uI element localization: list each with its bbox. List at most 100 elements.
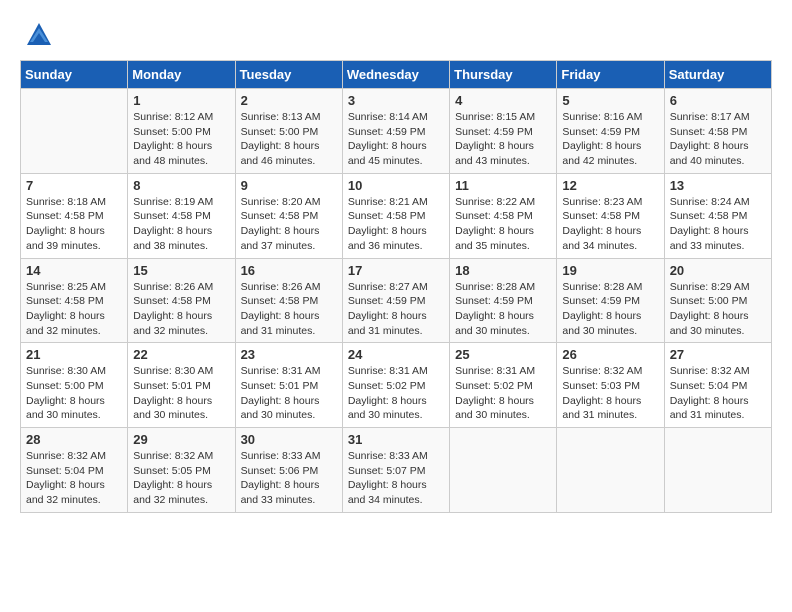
day-number: 22: [133, 347, 229, 362]
day-info: Sunrise: 8:21 AM Sunset: 4:58 PM Dayligh…: [348, 195, 444, 254]
calendar-cell: 30 Sunrise: 8:33 AM Sunset: 5:06 PM Dayli…: [235, 428, 342, 513]
logo: [20, 20, 56, 50]
calendar-cell: 9 Sunrise: 8:20 AM Sunset: 4:58 PM Daylig…: [235, 173, 342, 258]
calendar-week-row: 21Sunrise: 8:30 AM Sunset: 5:00 PM Dayli…: [21, 343, 772, 428]
day-info: Sunrise: 8:28 AM Sunset: 4:59 PM Dayligh…: [562, 280, 658, 339]
calendar-cell: 1 Sunrise: 8:12 AM Sunset: 5:00 PM Daylig…: [128, 89, 235, 174]
day-number: 9: [241, 178, 337, 193]
day-number: 10: [348, 178, 444, 193]
day-info: Sunrise: 8:33 AM Sunset: 5:06 PM Dayligh…: [241, 449, 337, 508]
day-info: Sunrise: 8:31 AM Sunset: 5:01 PM Dayligh…: [241, 364, 337, 423]
calendar-cell: 16Sunrise: 8:26 AM Sunset: 4:58 PM Dayli…: [235, 258, 342, 343]
day-info: Sunrise: 8:12 AM Sunset: 5:00 PM Dayligh…: [133, 110, 229, 169]
day-info: Sunrise: 8:30 AM Sunset: 5:01 PM Dayligh…: [133, 364, 229, 423]
logo-line1: [20, 20, 56, 50]
day-number: 28: [26, 432, 122, 447]
day-info: Sunrise: 8:19 AM Sunset: 4:58 PM Dayligh…: [133, 195, 229, 254]
day-info: Sunrise: 8:32 AM Sunset: 5:04 PM Dayligh…: [670, 364, 766, 423]
calendar-cell: 18Sunrise: 8:28 AM Sunset: 4:59 PM Dayli…: [450, 258, 557, 343]
calendar-header-friday: Friday: [557, 61, 664, 89]
day-info: Sunrise: 8:32 AM Sunset: 5:03 PM Dayligh…: [562, 364, 658, 423]
calendar-week-row: 7 Sunrise: 8:18 AM Sunset: 4:58 PM Daylig…: [21, 173, 772, 258]
calendar-header-wednesday: Wednesday: [342, 61, 449, 89]
day-number: 1: [133, 93, 229, 108]
calendar-cell: 5 Sunrise: 8:16 AM Sunset: 4:59 PM Daylig…: [557, 89, 664, 174]
calendar-cell: 13 Sunrise: 8:24 AM Sunset: 4:58 PM Dayli…: [664, 173, 771, 258]
calendar-cell: 19Sunrise: 8:28 AM Sunset: 4:59 PM Dayli…: [557, 258, 664, 343]
day-number: 27: [670, 347, 766, 362]
calendar-cell: 22 Sunrise: 8:30 AM Sunset: 5:01 PM Dayli…: [128, 343, 235, 428]
calendar-cell: 31Sunrise: 8:33 AM Sunset: 5:07 PM Dayli…: [342, 428, 449, 513]
day-number: 6: [670, 93, 766, 108]
calendar-cell: 14 Sunrise: 8:25 AM Sunset: 4:58 PM Dayli…: [21, 258, 128, 343]
day-info: Sunrise: 8:15 AM Sunset: 4:59 PM Dayligh…: [455, 110, 551, 169]
calendar-week-row: 14 Sunrise: 8:25 AM Sunset: 4:58 PM Dayli…: [21, 258, 772, 343]
day-number: 29: [133, 432, 229, 447]
day-number: 5: [562, 93, 658, 108]
day-info: Sunrise: 8:33 AM Sunset: 5:07 PM Dayligh…: [348, 449, 444, 508]
calendar-cell: 26 Sunrise: 8:32 AM Sunset: 5:03 PM Dayli…: [557, 343, 664, 428]
calendar-header-saturday: Saturday: [664, 61, 771, 89]
day-number: 11: [455, 178, 551, 193]
calendar-cell: 4Sunrise: 8:15 AM Sunset: 4:59 PM Daylig…: [450, 89, 557, 174]
calendar-header-row: SundayMondayTuesdayWednesdayThursdayFrid…: [21, 61, 772, 89]
day-number: 15: [133, 263, 229, 278]
day-number: 3: [348, 93, 444, 108]
calendar-header-thursday: Thursday: [450, 61, 557, 89]
calendar-cell: [557, 428, 664, 513]
day-number: 2: [241, 93, 337, 108]
calendar-cell: 17 Sunrise: 8:27 AM Sunset: 4:59 PM Dayli…: [342, 258, 449, 343]
day-info: Sunrise: 8:32 AM Sunset: 5:04 PM Dayligh…: [26, 449, 122, 508]
calendar-cell: [21, 89, 128, 174]
day-info: Sunrise: 8:31 AM Sunset: 5:02 PM Dayligh…: [348, 364, 444, 423]
calendar-cell: 11 Sunrise: 8:22 AM Sunset: 4:58 PM Dayli…: [450, 173, 557, 258]
day-number: 7: [26, 178, 122, 193]
day-info: Sunrise: 8:22 AM Sunset: 4:58 PM Dayligh…: [455, 195, 551, 254]
page-header: [20, 20, 772, 50]
calendar-cell: 21Sunrise: 8:30 AM Sunset: 5:00 PM Dayli…: [21, 343, 128, 428]
day-info: Sunrise: 8:17 AM Sunset: 4:58 PM Dayligh…: [670, 110, 766, 169]
day-number: 18: [455, 263, 551, 278]
calendar-cell: 8 Sunrise: 8:19 AM Sunset: 4:58 PM Daylig…: [128, 173, 235, 258]
day-number: 17: [348, 263, 444, 278]
day-number: 12: [562, 178, 658, 193]
calendar-cell: 20Sunrise: 8:29 AM Sunset: 5:00 PM Dayli…: [664, 258, 771, 343]
calendar-cell: 7 Sunrise: 8:18 AM Sunset: 4:58 PM Daylig…: [21, 173, 128, 258]
calendar-cell: 28 Sunrise: 8:32 AM Sunset: 5:04 PM Dayli…: [21, 428, 128, 513]
calendar-cell: 29 Sunrise: 8:32 AM Sunset: 5:05 PM Dayli…: [128, 428, 235, 513]
calendar-header-tuesday: Tuesday: [235, 61, 342, 89]
day-number: 8: [133, 178, 229, 193]
day-info: Sunrise: 8:24 AM Sunset: 4:58 PM Dayligh…: [670, 195, 766, 254]
calendar-cell: 12 Sunrise: 8:23 AM Sunset: 4:58 PM Dayli…: [557, 173, 664, 258]
calendar-header-monday: Monday: [128, 61, 235, 89]
day-info: Sunrise: 8:23 AM Sunset: 4:58 PM Dayligh…: [562, 195, 658, 254]
calendar-cell: 27 Sunrise: 8:32 AM Sunset: 5:04 PM Dayli…: [664, 343, 771, 428]
day-number: 30: [241, 432, 337, 447]
day-info: Sunrise: 8:26 AM Sunset: 4:58 PM Dayligh…: [133, 280, 229, 339]
day-number: 26: [562, 347, 658, 362]
day-info: Sunrise: 8:27 AM Sunset: 4:59 PM Dayligh…: [348, 280, 444, 339]
calendar-cell: 23 Sunrise: 8:31 AM Sunset: 5:01 PM Dayli…: [235, 343, 342, 428]
day-info: Sunrise: 8:32 AM Sunset: 5:05 PM Dayligh…: [133, 449, 229, 508]
day-info: Sunrise: 8:13 AM Sunset: 5:00 PM Dayligh…: [241, 110, 337, 169]
calendar-week-row: 28 Sunrise: 8:32 AM Sunset: 5:04 PM Dayli…: [21, 428, 772, 513]
day-number: 13: [670, 178, 766, 193]
calendar-cell: 6 Sunrise: 8:17 AM Sunset: 4:58 PM Daylig…: [664, 89, 771, 174]
day-number: 23: [241, 347, 337, 362]
calendar-cell: 3Sunrise: 8:14 AM Sunset: 4:59 PM Daylig…: [342, 89, 449, 174]
day-info: Sunrise: 8:30 AM Sunset: 5:00 PM Dayligh…: [26, 364, 122, 423]
day-info: Sunrise: 8:16 AM Sunset: 4:59 PM Dayligh…: [562, 110, 658, 169]
calendar-table: SundayMondayTuesdayWednesdayThursdayFrid…: [20, 60, 772, 513]
day-info: Sunrise: 8:25 AM Sunset: 4:58 PM Dayligh…: [26, 280, 122, 339]
day-number: 16: [241, 263, 337, 278]
day-info: Sunrise: 8:20 AM Sunset: 4:58 PM Dayligh…: [241, 195, 337, 254]
day-number: 14: [26, 263, 122, 278]
calendar-cell: 25Sunrise: 8:31 AM Sunset: 5:02 PM Dayli…: [450, 343, 557, 428]
day-info: Sunrise: 8:29 AM Sunset: 5:00 PM Dayligh…: [670, 280, 766, 339]
calendar-cell: [664, 428, 771, 513]
day-info: Sunrise: 8:18 AM Sunset: 4:58 PM Dayligh…: [26, 195, 122, 254]
day-number: 24: [348, 347, 444, 362]
calendar-cell: 2 Sunrise: 8:13 AM Sunset: 5:00 PM Daylig…: [235, 89, 342, 174]
day-info: Sunrise: 8:31 AM Sunset: 5:02 PM Dayligh…: [455, 364, 551, 423]
logo-icon: [24, 20, 54, 50]
